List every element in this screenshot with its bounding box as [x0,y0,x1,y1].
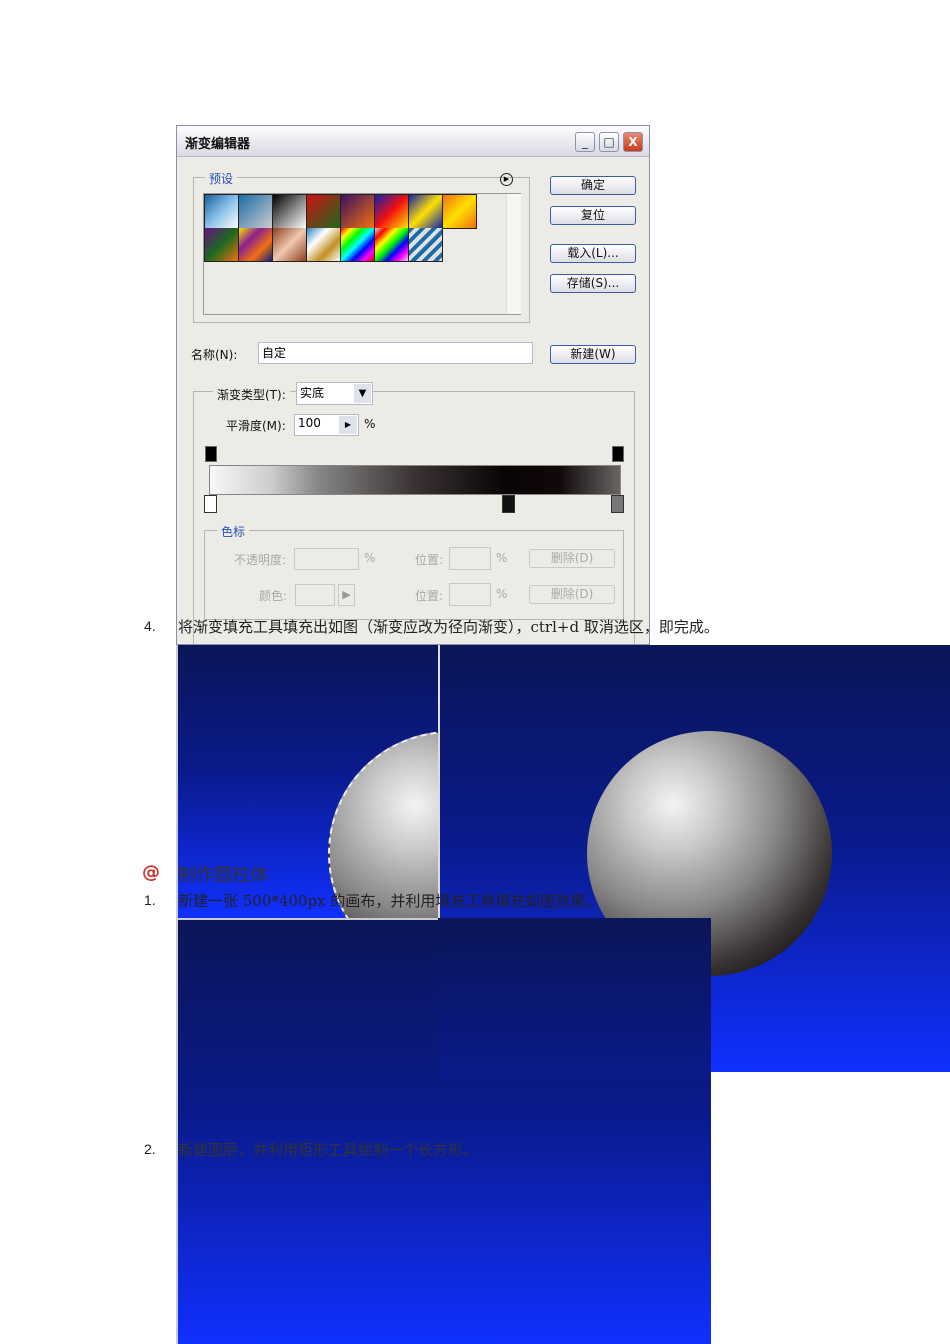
ok-button[interactable]: 确定 [550,176,636,195]
presets-menu-icon[interactable]: ▶ [500,173,513,186]
color-arrow-icon: ▶ [338,584,355,606]
opacity-position-label: 位置: [415,553,444,567]
title-bar[interactable]: 渐变编辑器 _ □ X [177,126,649,157]
preset-swatch[interactable] [239,195,273,229]
opacity-position-percent: % [496,551,508,565]
slider-arrow-icon[interactable]: ▶ [339,416,357,434]
percent-label: % [364,417,376,431]
presets-label: 预设 [205,170,238,187]
step-1-number: 1. [144,892,156,908]
delete-color-button: 删除(D) [529,585,615,604]
close-button[interactable]: X [623,132,643,152]
color-position-percent: % [496,587,508,601]
preset-swatch[interactable] [307,195,341,229]
stops-group [204,530,624,620]
section-title: 制作圆柱体 [178,865,268,886]
minimize-button[interactable]: _ [575,132,595,152]
color-position-label: 位置: [415,589,444,603]
step-4-number: 4. [144,618,156,634]
smoothness-input[interactable]: 100 ▶ [294,414,359,436]
name-label: 名称(N): [191,348,238,362]
color-stop-white[interactable] [204,495,217,513]
preset-swatch[interactable] [409,195,443,229]
load-button[interactable]: 载入(L)... [550,244,636,263]
preset-swatch[interactable] [341,228,375,262]
preset-swatch[interactable] [205,195,239,229]
opacity-input [294,548,359,570]
preset-swatch[interactable] [205,228,239,262]
preset-swatch[interactable] [443,195,477,229]
new-button[interactable]: 新建(W) [550,345,636,364]
gradient-type-value: 实底 [300,386,325,400]
chevron-down-icon: ▼ [354,384,371,403]
gradient-editor-dialog: 渐变编辑器 _ □ X 预设 ▶ 确定 复位 载入(L)... 存储(S)...… [176,125,650,645]
smoothness-label: 平滑度(M): [226,419,286,433]
color-stop-black[interactable] [502,495,515,513]
color-stop-gray[interactable] [611,495,624,513]
dialog-title: 渐变编辑器 [185,137,251,152]
step-2-number: 2. [144,1141,156,1157]
delete-opacity-button: 删除(D) [529,549,615,568]
scrollbar[interactable] [506,194,521,314]
opacity-label: 不透明度: [234,553,287,567]
preset-swatch[interactable] [273,228,307,262]
preset-swatch[interactable] [375,195,409,229]
color-swatch [295,584,335,606]
maximize-button[interactable]: □ [599,132,619,152]
step-4-text: 将渐变填充工具填充出如图（渐变应改为径向渐变），ctrl+d 取消选区，即完成。 [178,618,719,636]
color-label: 颜色: [259,589,288,603]
step-2-text: 新建图层，并利用矩形工具绘制一个长方形。 [178,1141,479,1159]
preset-swatch[interactable] [409,228,443,262]
gradient-type-select[interactable]: 实底 ▼ [296,382,373,405]
step-1-text: 新建一张 500*400px 的画布，并利用填充工具填充如图效果。 [178,892,601,910]
bullet-icon: @ [142,862,160,883]
gradient-type-label: 渐变类型(T): [213,386,290,403]
name-input[interactable]: 自定 [258,342,533,364]
preset-swatch[interactable] [375,228,409,262]
preset-swatch[interactable] [341,195,375,229]
preset-swatch[interactable] [239,228,273,262]
reset-button[interactable]: 复位 [550,206,636,225]
stops-label: 色标 [217,523,250,540]
save-button[interactable]: 存储(S)... [550,274,636,293]
smoothness-value: 100 [298,416,321,430]
opacity-stop-left[interactable] [205,446,217,462]
preset-swatch[interactable] [307,228,341,262]
gradient-preview-bar[interactable] [209,465,621,495]
opacity-percent: % [364,551,376,565]
opacity-stop-right[interactable] [612,446,624,462]
preset-swatch[interactable] [273,195,307,229]
color-position-input [449,583,491,606]
presets-list [203,193,521,315]
opacity-position-input [449,547,491,570]
